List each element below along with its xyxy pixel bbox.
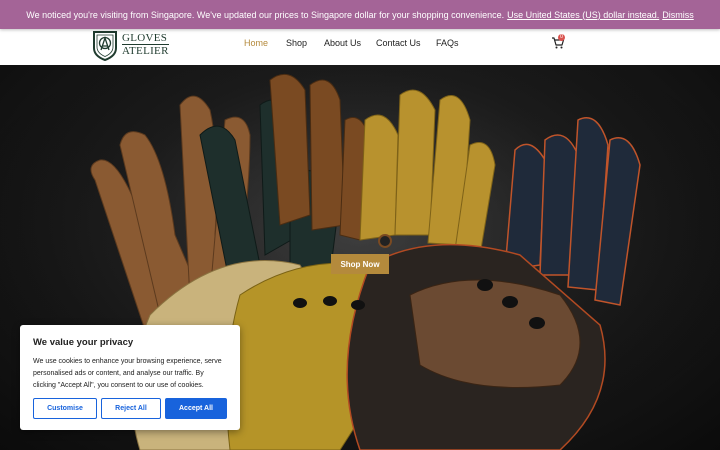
- cookie-banner-text: We use cookies to enhance your browsing …: [33, 358, 222, 389]
- nav-item-about-us[interactable]: About Us: [324, 38, 361, 48]
- cart-count-badge: 0: [558, 34, 565, 41]
- nav-item-faqs[interactable]: FAQs: [436, 38, 459, 48]
- nav-item-home[interactable]: Home: [244, 38, 268, 48]
- cookie-banner-actions: Customise Reject All Accept All: [33, 398, 227, 419]
- shop-now-button[interactable]: Shop Now: [331, 254, 389, 274]
- dismiss-notice-link[interactable]: Dismiss: [662, 10, 694, 20]
- main-nav: Home Shop About Us Contact Us FAQs: [0, 29, 720, 58]
- nav-item-contact-us[interactable]: Contact Us: [376, 38, 421, 48]
- reject-all-button[interactable]: Reject All: [101, 398, 161, 419]
- store-notice-bar: We noticed you're visiting from Singapor…: [0, 0, 720, 29]
- store-notice-text: We noticed you're visiting from Singapor…: [26, 9, 505, 20]
- cookie-banner-title: We value your privacy: [33, 337, 134, 348]
- use-usd-link[interactable]: Use United States (US) dollar instead.: [507, 10, 659, 20]
- nav-item-shop[interactable]: Shop: [286, 38, 307, 48]
- cookie-consent-banner: We value your privacy We use cookies to …: [20, 325, 240, 430]
- customise-button[interactable]: Customise: [33, 398, 97, 419]
- site-header: GLOVES ATELIER Home Shop About Us Contac…: [0, 29, 720, 65]
- accept-all-button[interactable]: Accept All: [165, 398, 227, 419]
